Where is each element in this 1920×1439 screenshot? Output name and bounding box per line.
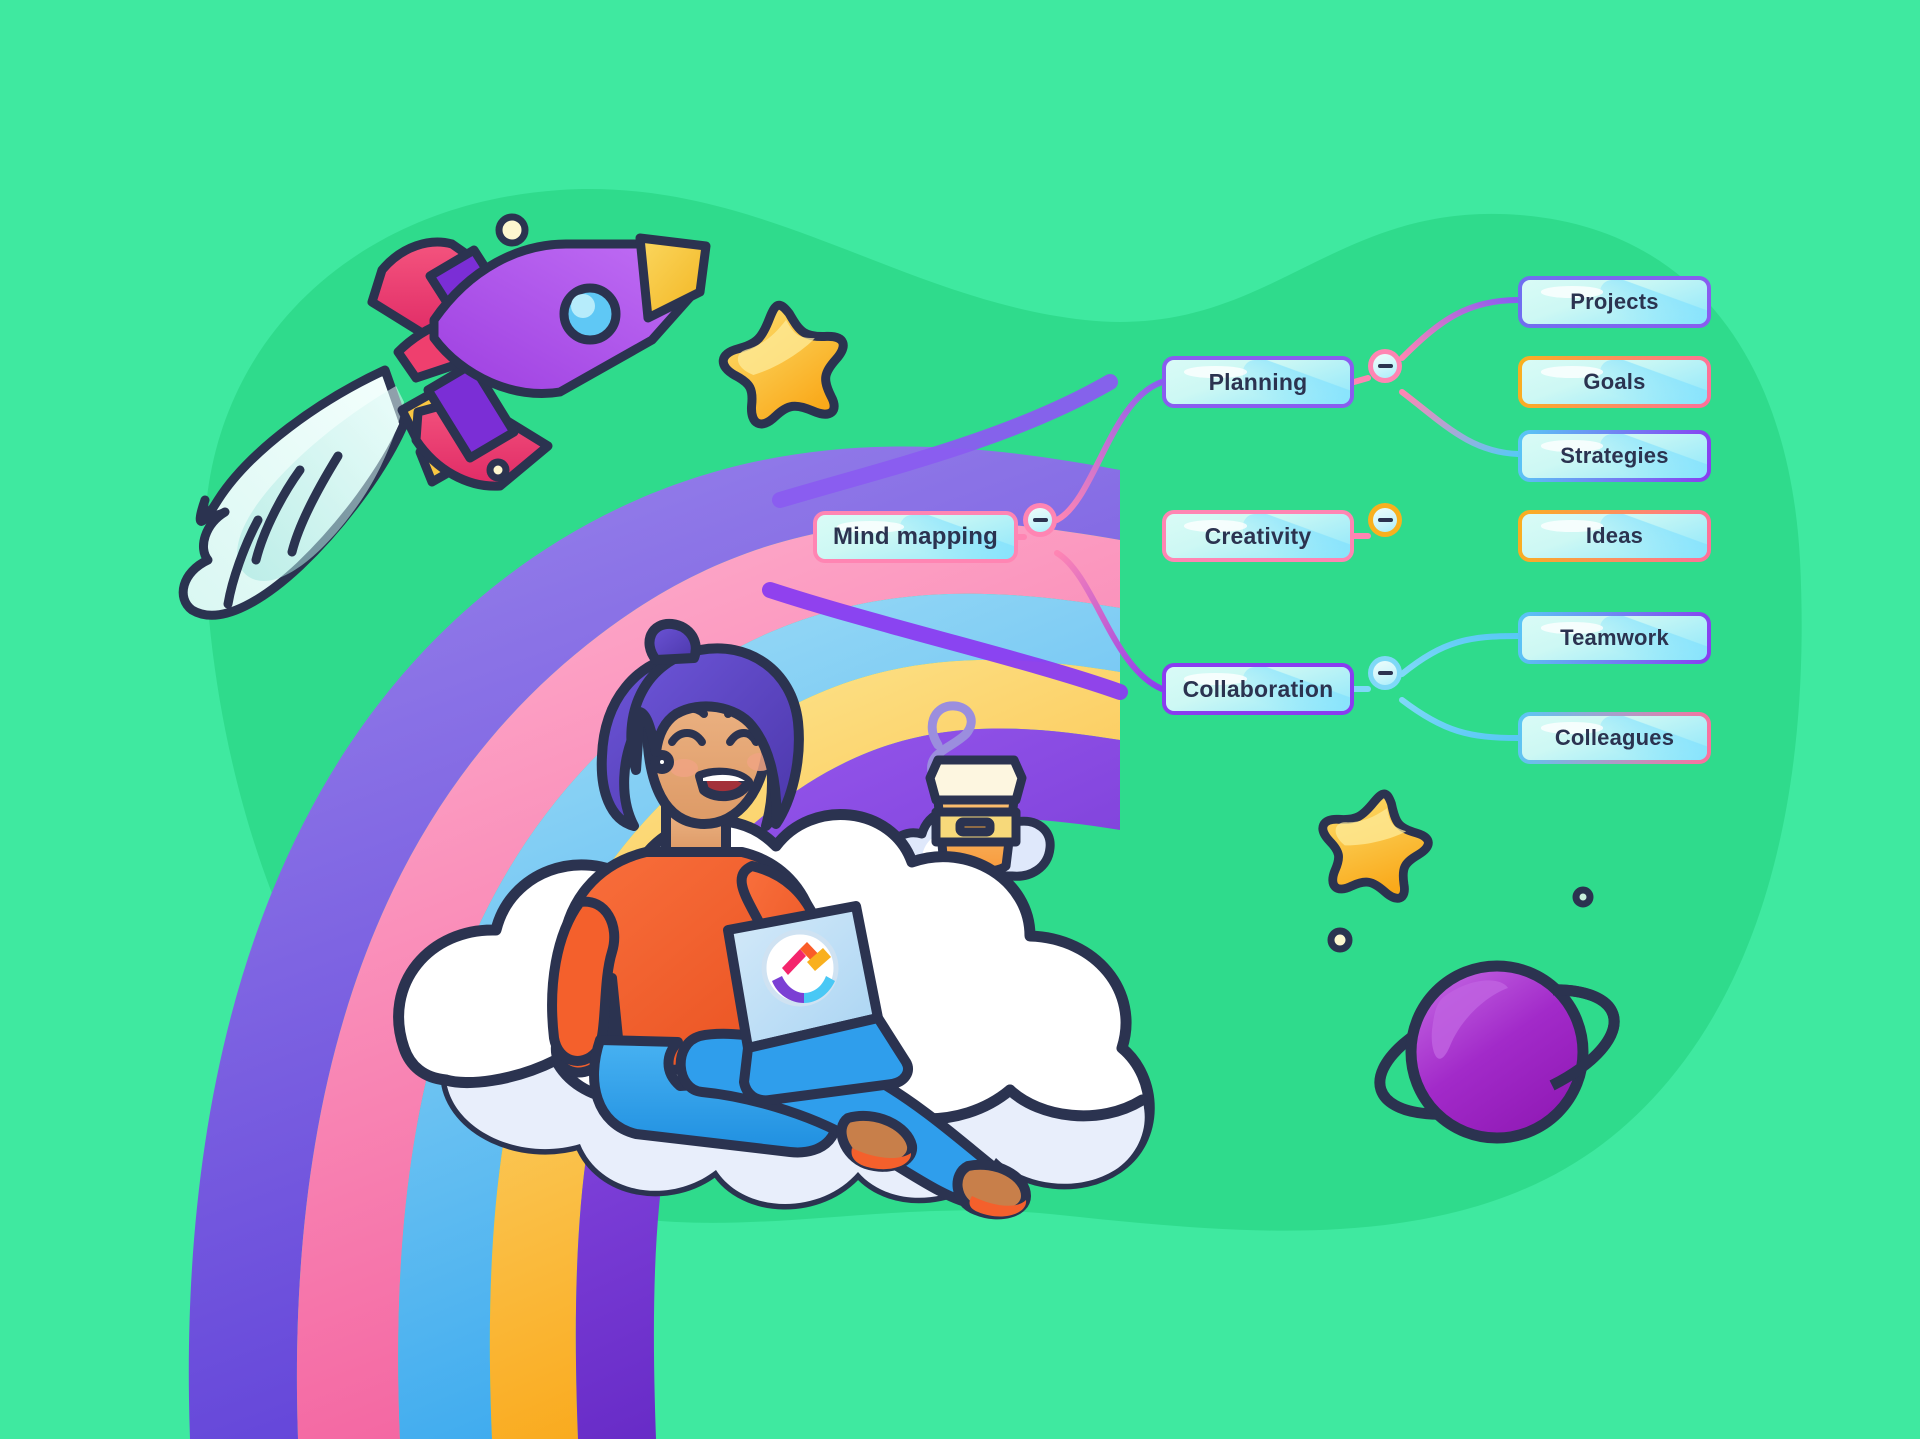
link-sweep-upper <box>772 374 1118 508</box>
mindmap-node-creativity[interactable]: Creativity <box>1162 510 1354 562</box>
link-collaboration-colleagues <box>1399 697 1521 741</box>
node-label: Strategies <box>1560 443 1669 468</box>
root-toggle[interactable] <box>1023 503 1057 537</box>
mindmap-node-collaboration[interactable]: Collaboration <box>1162 663 1354 715</box>
link-planning-projects <box>1399 297 1521 361</box>
planning-toggle[interactable] <box>1368 349 1402 383</box>
node-label: Goals <box>1583 369 1646 394</box>
node-label: Collaboration <box>1182 675 1334 702</box>
mindmap-illustration-canvas: Mind mapping Planning Projects Goals Strateg… <box>0 0 1920 1439</box>
mindmap-node-colleagues[interactable]: Colleagues <box>1518 712 1711 764</box>
mindmap-node-mind-mapping[interactable]: Mind mapping <box>813 511 1018 563</box>
mindmap-node-projects[interactable]: Projects <box>1518 276 1711 328</box>
node-label: Mind mapping <box>832 523 999 550</box>
mindmap-node-planning[interactable]: Planning <box>1162 356 1354 408</box>
mindmap-node-strategies[interactable]: Strategies <box>1518 430 1711 482</box>
node-label: Ideas <box>1585 523 1644 548</box>
node-label: Creativity <box>1204 522 1312 549</box>
minus-icon <box>1032 517 1048 523</box>
node-label: Teamwork <box>1560 625 1669 650</box>
mindmap-node-goals[interactable]: Goals <box>1518 356 1711 408</box>
link-planning-strategies <box>1399 389 1521 457</box>
node-label: Planning <box>1208 368 1308 395</box>
collaboration-toggle[interactable] <box>1368 656 1402 690</box>
creativity-toggle[interactable] <box>1368 503 1402 537</box>
minus-icon <box>1377 517 1393 523</box>
node-label: Projects <box>1570 289 1659 314</box>
link-planning-toggle <box>1351 375 1371 385</box>
link-collaboration-teamwork <box>1399 633 1521 677</box>
mindmap-node-teamwork[interactable]: Teamwork <box>1518 612 1711 664</box>
minus-icon <box>1377 363 1393 369</box>
link-sweep-lower <box>762 582 1128 700</box>
node-label: Colleagues <box>1554 725 1675 750</box>
minus-icon <box>1377 670 1393 676</box>
mindmap-node-ideas[interactable]: Ideas <box>1518 510 1711 562</box>
